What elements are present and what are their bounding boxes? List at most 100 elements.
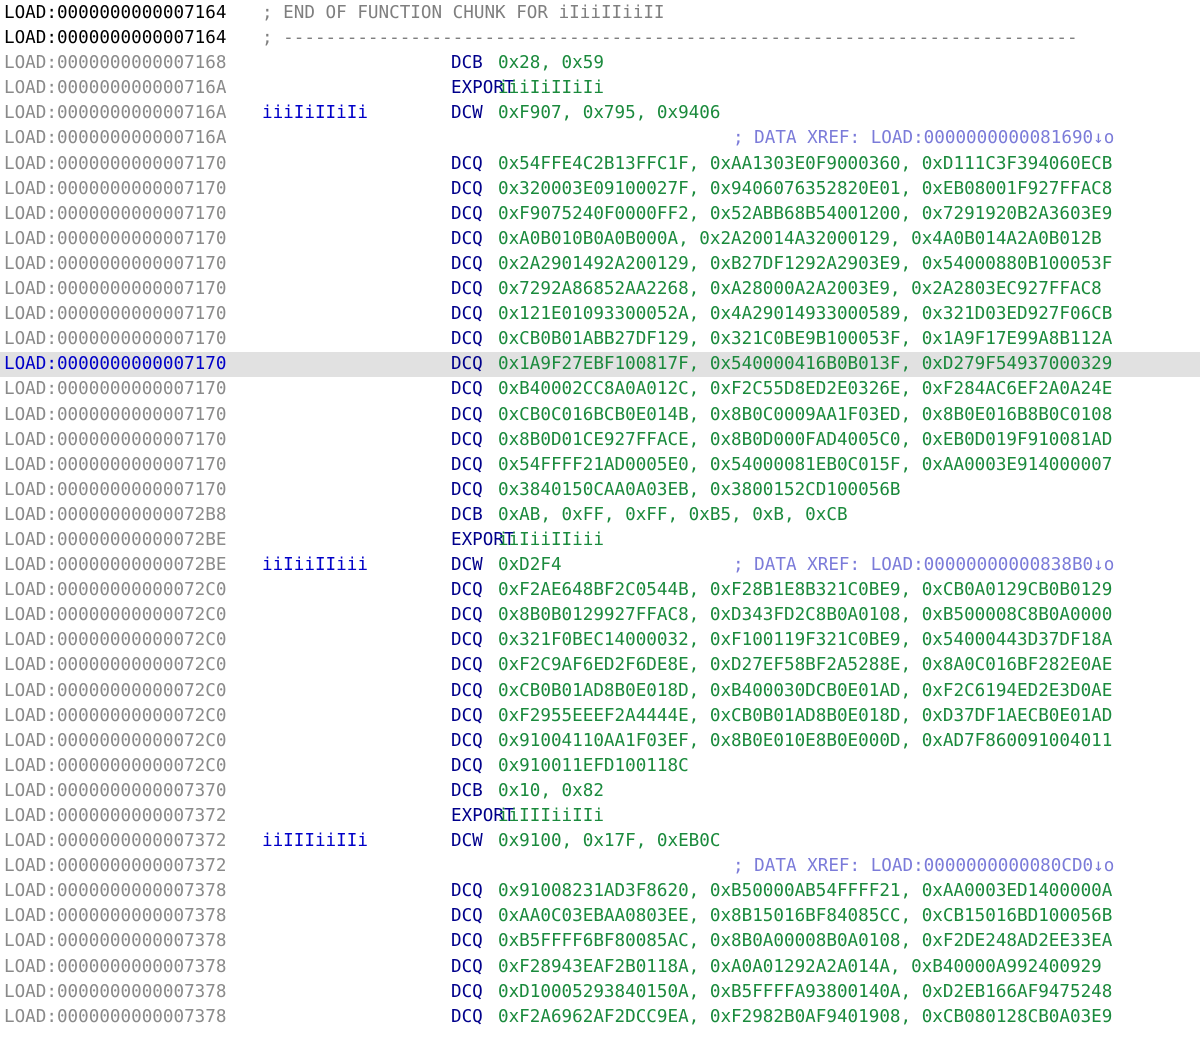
listing-line[interactable]: LOAD:0000000000007378 DCQ 0xAA0C03EBAA0803…	[0, 904, 1200, 929]
listing-line[interactable]: LOAD:0000000000007170 DCQ 0x121E0109330005…	[0, 302, 1200, 327]
line-operands[interactable]: 0x54FFFF21AD0005E0, 0x54000081EB0C015F, …	[498, 453, 1112, 478]
line-operands[interactable]: 0x8B0D01CE927FFACE, 0x8B0D000FAD4005C0, …	[498, 428, 1112, 453]
line-mnemonic: DCQ	[451, 279, 483, 300]
listing-line[interactable]: LOAD:0000000000007372 ; DATA XREF: LOAD:0…	[0, 854, 1200, 879]
listing-line[interactable]: LOAD:0000000000007170 DCQ 0xB40002CC8A0A01…	[0, 377, 1200, 402]
listing-line[interactable]: LOAD:000000000000716A EXPORT iiiIiIIiIi	[0, 76, 1200, 101]
listing-line[interactable]: LOAD:0000000000007168 DCB 0x28, 0x59	[0, 51, 1200, 76]
line-operands[interactable]: 0xAA0C03EBAA0803EE, 0x8B15016BF84085CC, …	[498, 904, 1112, 929]
line-operands[interactable]: 0xB5FFFF6BF80085AC, 0x8B0A00008B0A0108, …	[498, 929, 1112, 954]
listing-line[interactable]: LOAD:00000000000072C0 DCQ 0xF2AE648BF2C054…	[0, 578, 1200, 603]
line-operands[interactable]: 0x91004110AA1F03EF, 0x8B0E010E8B0E000D, …	[498, 729, 1112, 754]
line-label[interactable]: iiIIIiiIIi	[262, 829, 368, 854]
line-operands[interactable]: iiiIiIIiIi	[498, 76, 604, 101]
listing-line[interactable]: LOAD:0000000000007170 DCQ 0x8B0D01CE927FFA…	[0, 428, 1200, 453]
line-operands[interactable]: 0x54FFE4C2B13FFC1F, 0xAA1303E0F9000360, …	[498, 152, 1112, 177]
listing-line[interactable]: LOAD:0000000000007164 ; END OF FUNCTION C…	[0, 1, 1200, 26]
line-address: LOAD:00000000000072B8	[4, 504, 227, 525]
xref-comment[interactable]: ; DATA XREF: LOAD:0000000000081690↓o	[733, 126, 1114, 151]
line-address: LOAD:00000000000072C0	[4, 705, 227, 726]
line-operands[interactable]: 0x7292A86852AA2268, 0xA28000A2A2003E9, 0…	[498, 277, 1102, 302]
line-operands[interactable]: 0x9100, 0x17F, 0xEB0C	[498, 829, 720, 854]
listing-line[interactable]: LOAD:00000000000072C0 DCQ 0x91004110AA1F03…	[0, 729, 1200, 754]
listing-line[interactable]: LOAD:0000000000007170 DCQ 0x2A2901492A2001…	[0, 252, 1200, 277]
line-operands[interactable]: 0x28, 0x59	[498, 51, 604, 76]
listing-line[interactable]: LOAD:00000000000072C0 DCQ 0x321F0BEC140000…	[0, 628, 1200, 653]
listing-line[interactable]: LOAD:00000000000072C0 DCQ 0x910011EFD10011…	[0, 754, 1200, 779]
listing-line[interactable]: LOAD:00000000000072C0 DCQ 0xF2955EEEF2A444…	[0, 704, 1200, 729]
line-operands[interactable]: 0xF2AE648BF2C0544B, 0xF28B1E8B321C0BE9, …	[498, 578, 1112, 603]
listing-line[interactable]: LOAD:0000000000007378 DCQ 0xF28943EAF2B011…	[0, 955, 1200, 980]
line-operands[interactable]: 0xD10005293840150A, 0xB5FFFFA93800140A, …	[498, 980, 1112, 1005]
line-mnemonic: DCQ	[451, 580, 483, 601]
listing-line[interactable]: LOAD:0000000000007170 DCQ 0xA0B010B0A0B000…	[0, 227, 1200, 252]
line-operands[interactable]: 0xA0B010B0A0B000A, 0x2A20014A32000129, 0…	[498, 227, 1102, 252]
listing-line[interactable]: LOAD:00000000000072B8 DCB 0xAB, 0xFF, 0xFF…	[0, 503, 1200, 528]
line-operands[interactable]: 0xF2955EEEF2A4444E, 0xCB0B01AD8B0E018D, …	[498, 704, 1112, 729]
line-operands[interactable]: 0xF28943EAF2B0118A, 0xA0A01292A2A014A, 0…	[498, 955, 1102, 980]
line-operands[interactable]: 0x91008231AD3F8620, 0xB50000AB54FFFF21, …	[498, 879, 1112, 904]
listing-line[interactable]: LOAD:0000000000007170 DCQ 0x3840150CAA0A03…	[0, 478, 1200, 503]
line-operands[interactable]: 0x320003E09100027F, 0x9406076352820E01, …	[498, 177, 1112, 202]
line-operands[interactable]: 0x910011EFD100118C	[498, 754, 689, 779]
line-operands[interactable]: iiIIIiiIIi	[498, 804, 604, 829]
line-operands[interactable]: 0xF2C9AF6ED2F6DE8E, 0xD27EF58BF2A5288E, …	[498, 653, 1112, 678]
listing-line[interactable]: LOAD:0000000000007378 DCQ 0xF2A6962AF2DCC9…	[0, 1005, 1200, 1030]
listing-line[interactable]: LOAD:000000000000716A ; DATA XREF: LOAD:0…	[0, 126, 1200, 151]
disassembly-listing[interactable]: LOAD:0000000000007164 ; END OF FUNCTION C…	[0, 1, 1200, 1030]
line-address: LOAD:0000000000007170	[4, 228, 227, 249]
line-mnemonic: DCQ	[451, 655, 483, 676]
line-address: LOAD:0000000000007170	[4, 429, 227, 450]
listing-line[interactable]: LOAD:00000000000072C0 DCQ 0xF2C9AF6ED2F6DE…	[0, 653, 1200, 678]
listing-line[interactable]: LOAD:0000000000007370 DCB 0x10, 0x82	[0, 779, 1200, 804]
line-operands[interactable]: 0x2A2901492A200129, 0xB27DF1292A2903E9, …	[498, 252, 1112, 277]
line-operands[interactable]: 0x1A9F27EBF100817F, 0x540000416B0B013F, …	[498, 352, 1112, 377]
listing-line[interactable]: LOAD:0000000000007378 DCQ 0xD1000529384015…	[0, 980, 1200, 1005]
line-operands[interactable]: 0xCB0B01AD8B0E018D, 0xB400030DCB0E01AD, …	[498, 679, 1112, 704]
line-operands[interactable]: 0x10, 0x82	[498, 779, 604, 804]
listing-line[interactable]: LOAD:0000000000007378 DCQ 0xB5FFFF6BF80085…	[0, 929, 1200, 954]
listing-line[interactable]: LOAD:0000000000007170 DCQ 0xCB0C016BCB0E01…	[0, 403, 1200, 428]
line-operands[interactable]: 0x8B0B0129927FFAC8, 0xD343FD2C8B0A0108, …	[498, 603, 1112, 628]
listing-line[interactable]: LOAD:0000000000007170 DCQ 0x7292A86852AA22…	[0, 277, 1200, 302]
listing-line[interactable]: LOAD:0000000000007170 DCQ 0x54FFE4C2B13FFC…	[0, 152, 1200, 177]
listing-line[interactable]: LOAD:0000000000007170 DCQ 0x54FFFF21AD0005…	[0, 453, 1200, 478]
line-operands[interactable]: 0x121E01093300052A, 0x4A29014933000589, …	[498, 302, 1112, 327]
line-operands[interactable]: 0xCB0C016BCB0E014B, 0x8B0C0009AA1F03ED, …	[498, 403, 1112, 428]
line-operands[interactable]: 0xD2F4	[498, 553, 562, 578]
listing-line[interactable]: LOAD:0000000000007372 iiIIIiiIIi DCW 0x9100…	[0, 829, 1200, 854]
listing-line[interactable]: LOAD:0000000000007170 DCQ 0xF9075240F0000F…	[0, 202, 1200, 227]
listing-line[interactable]: LOAD:0000000000007164 ; -----------------…	[0, 26, 1200, 51]
listing-line[interactable]: LOAD:00000000000072C0 DCQ 0xCB0B01AD8B0E01…	[0, 679, 1200, 704]
line-mnemonic: DCQ	[451, 228, 483, 249]
line-operands[interactable]: 0x321F0BEC14000032, 0xF100119F321C0BE9, …	[498, 628, 1112, 653]
listing-line[interactable]: LOAD:0000000000007170 DCQ 0x320003E0910002…	[0, 177, 1200, 202]
xref-comment[interactable]: ; DATA XREF: LOAD:0000000000080CD0↓o	[733, 854, 1114, 879]
line-operands[interactable]: 0xB40002CC8A0A012C, 0xF2C55D8ED2E0326E, …	[498, 377, 1112, 402]
listing-line[interactable]: LOAD:0000000000007170 DCQ 0x1A9F27EBF10081…	[0, 352, 1200, 378]
listing-line[interactable]: LOAD:00000000000072BE EXPORT iiIiiIIiii	[0, 528, 1200, 553]
line-operands[interactable]: 0xF2A6962AF2DCC9EA, 0xF2982B0AF9401908, …	[498, 1005, 1112, 1030]
line-operands[interactable]: 0xF907, 0x795, 0x9406	[498, 101, 720, 126]
line-operands[interactable]: 0xF9075240F0000FF2, 0x52ABB68B54001200, …	[498, 202, 1112, 227]
line-operands[interactable]: iiIiiIIiii	[498, 528, 604, 553]
line-address: LOAD:0000000000007378	[4, 1006, 227, 1027]
listing-line[interactable]: LOAD:00000000000072C0 DCQ 0x8B0B0129927FFA…	[0, 603, 1200, 628]
listing-line[interactable]: LOAD:0000000000007372 EXPORT iiIIIiiIIi	[0, 804, 1200, 829]
line-mnemonic: DCQ	[451, 178, 483, 199]
line-mnemonic: DCQ	[451, 354, 483, 375]
line-operands[interactable]: 0x3840150CAA0A03EB, 0x3800152CD100056B	[498, 478, 901, 503]
line-label[interactable]: iiIiiIIiii	[262, 553, 368, 578]
line-mnemonic: DCQ	[451, 605, 483, 626]
xref-comment[interactable]: ; DATA XREF: LOAD:00000000000838B0↓o	[733, 553, 1114, 578]
line-mnemonic: DCQ	[451, 680, 483, 701]
line-operands[interactable]: 0xAB, 0xFF, 0xFF, 0xB5, 0xB, 0xCB	[498, 503, 848, 528]
listing-line[interactable]: LOAD:0000000000007378 DCQ 0x91008231AD3F86…	[0, 879, 1200, 904]
listing-line[interactable]: LOAD:000000000000716A iiiIiIIiIi DCW 0xF907…	[0, 101, 1200, 126]
line-address: LOAD:0000000000007170	[4, 253, 227, 274]
listing-line[interactable]: LOAD:0000000000007170 DCQ 0xCB0B01ABB27DF1…	[0, 327, 1200, 352]
line-operands[interactable]: 0xCB0B01ABB27DF129, 0x321C0BE9B100053F, …	[498, 327, 1112, 352]
line-address: LOAD:0000000000007378	[4, 981, 227, 1002]
line-label[interactable]: iiiIiIIiIi	[262, 101, 368, 126]
listing-line[interactable]: LOAD:00000000000072BE iiIiiIIiii DCW 0xD2F4…	[0, 553, 1200, 578]
